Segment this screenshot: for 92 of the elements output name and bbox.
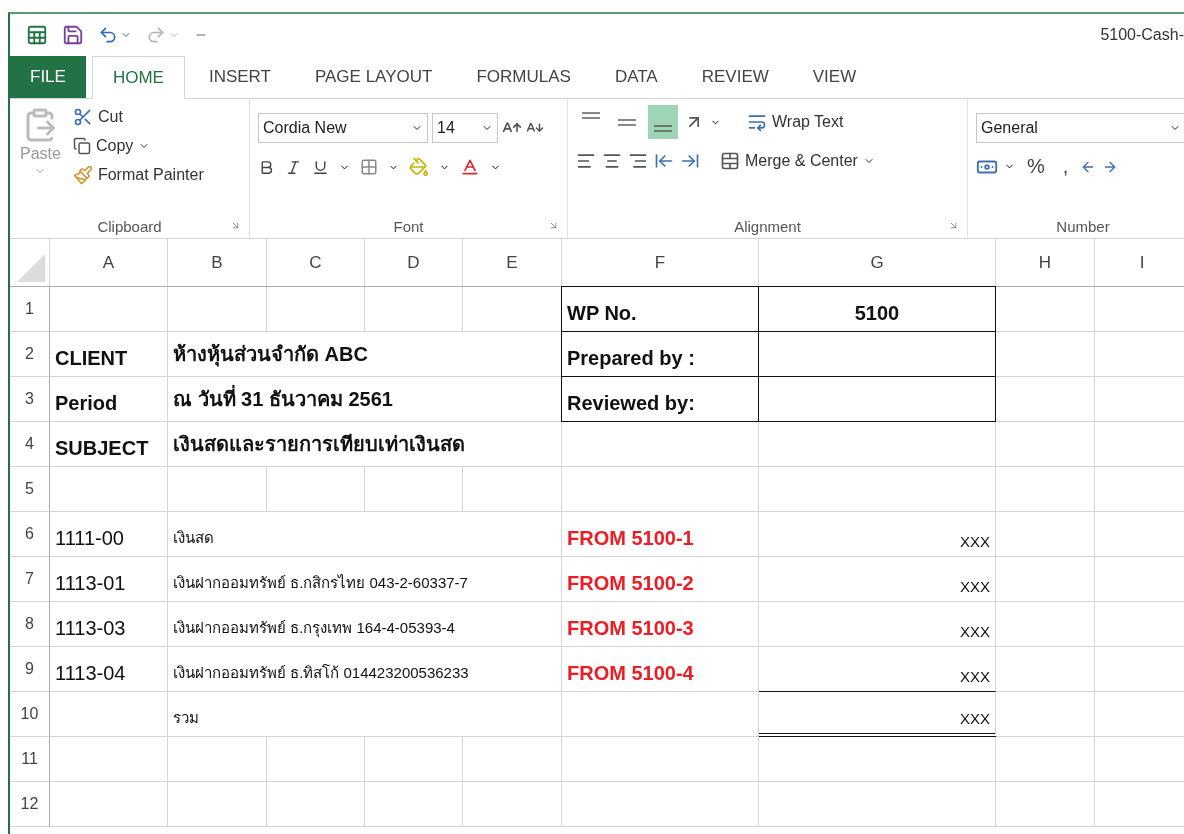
- font-size-field[interactable]: 14: [432, 113, 498, 143]
- row-header[interactable]: 11: [10, 737, 50, 782]
- column-header[interactable]: A: [50, 239, 168, 286]
- corner-arrow-icon: [548, 220, 559, 231]
- wrap-text-icon: [747, 112, 767, 132]
- align-left-icon: [576, 151, 596, 171]
- table-cell: FROM 5100-3: [562, 602, 759, 647]
- table-cell: ห้างหุ้นส่วนจำกัด ABC: [168, 332, 562, 377]
- row-header[interactable]: 8: [10, 602, 50, 647]
- column-header[interactable]: I: [1095, 239, 1184, 286]
- table-cell: FROM 5100-1: [562, 512, 759, 557]
- paintbrush-icon: [72, 165, 93, 185]
- row-header[interactable]: 4: [10, 422, 50, 467]
- font-name-field[interactable]: Cordia New: [258, 113, 428, 143]
- number-format-field[interactable]: General: [976, 113, 1184, 143]
- copy-icon: [72, 137, 91, 155]
- table-cell: ณ วันที่ 31 ธันวาคม 2561: [168, 377, 562, 422]
- row-header[interactable]: 6: [10, 512, 50, 557]
- table-cell: 5100: [758, 286, 996, 332]
- table-cell: 1111-00: [50, 512, 168, 557]
- table-cell: Reviewed by:: [561, 376, 759, 422]
- group-label: Alignment: [734, 217, 801, 235]
- column-header[interactable]: B: [168, 239, 267, 286]
- column-header[interactable]: G: [759, 239, 996, 286]
- merge-cells-icon: [720, 151, 740, 171]
- column-header[interactable]: D: [365, 239, 463, 286]
- table-cell: XXX: [759, 512, 996, 557]
- italic-icon: [285, 158, 302, 176]
- table-cell: เงินสด: [168, 512, 562, 557]
- align-bottom-icon: [654, 125, 672, 132]
- table-cell: 1113-04: [50, 647, 168, 692]
- row-header[interactable]: 5: [10, 467, 50, 512]
- save-icon[interactable]: [62, 24, 84, 46]
- row-header[interactable]: 12: [10, 782, 50, 827]
- table-cell: XXX: [759, 647, 996, 692]
- borders-icon: [360, 158, 378, 176]
- redo-icon: [146, 25, 166, 45]
- table-cell: XXX: [759, 557, 996, 602]
- table-cell: เงินสดและรายการเทียบเท่าเงินสด: [168, 422, 562, 467]
- merge-center-button[interactable]: Merge & Center: [718, 149, 877, 173]
- decrease-indent-icon: [654, 151, 674, 171]
- percent-button[interactable]: %: [1021, 153, 1051, 180]
- align-center-icon: [602, 151, 622, 171]
- align-middle-icon: [618, 118, 636, 126]
- table-cell: 1113-01: [50, 557, 168, 602]
- group-label: Clipboard: [97, 217, 162, 235]
- corner-arrow-icon: [230, 220, 241, 231]
- table-cell: เงินฝากออมทรัพย์ ธ.กสิกรไทย 043-2-60337-7: [168, 557, 562, 602]
- table-cell: FROM 5100-4: [562, 647, 759, 692]
- column-header[interactable]: E: [463, 239, 562, 286]
- column-header[interactable]: C: [267, 239, 365, 286]
- table-cell: SUBJECT: [50, 422, 168, 467]
- row-header[interactable]: 2: [10, 332, 50, 377]
- table-cell: เงินฝากออมทรัพย์ ธ.ทิสโก้ 014423200536233: [168, 647, 562, 692]
- table-cell: XXX: [759, 692, 996, 737]
- format-painter-button[interactable]: Format Painter: [70, 163, 206, 187]
- table-cell: FROM 5100-2: [562, 557, 759, 602]
- table-cell: Period: [50, 377, 168, 422]
- table-cell: XXX: [759, 602, 996, 647]
- corner-arrow-icon: [948, 220, 959, 231]
- cut-button[interactable]: Cut: [70, 105, 206, 129]
- increase-indent-icon: [680, 151, 700, 171]
- comma-button[interactable]: ,: [1056, 153, 1075, 180]
- ribbon-tab[interactable]: HOME: [91, 56, 185, 99]
- underline-icon: [312, 158, 329, 176]
- table-cell: CLIENT: [50, 332, 168, 377]
- row-header[interactable]: 1: [10, 287, 50, 332]
- file-tab[interactable]: FILE: [10, 56, 86, 98]
- table-cell: WP No.: [561, 286, 759, 332]
- align-top-icon: [582, 112, 600, 119]
- row-header[interactable]: 3: [10, 377, 50, 422]
- wrap-text-button[interactable]: Wrap Text: [745, 110, 846, 134]
- vertical-align-button[interactable]: [648, 105, 678, 139]
- undo-button[interactable]: [98, 25, 132, 45]
- font-color-icon: [460, 157, 480, 177]
- spreadsheet-logo-icon[interactable]: [26, 24, 48, 46]
- table-cell: รวม: [168, 692, 562, 737]
- table-cell: เงินฝากออมทรัพย์ ธ.กรุงเทพ 164-4-05393-4: [168, 602, 562, 647]
- align-right-icon: [628, 151, 648, 171]
- group-label: Font: [393, 217, 424, 235]
- row-header[interactable]: 10: [10, 692, 50, 737]
- table-cell: 1113-03: [50, 602, 168, 647]
- window-title: 5100-Cash-: [1100, 26, 1184, 44]
- column-header[interactable]: H: [996, 239, 1095, 286]
- row-header[interactable]: 9: [10, 647, 50, 692]
- fill-color-icon: [409, 157, 429, 177]
- column-header[interactable]: F: [562, 239, 759, 286]
- scissors-icon: [72, 107, 93, 127]
- row-header[interactable]: 7: [10, 557, 50, 602]
- undo-icon: [98, 25, 118, 45]
- group-label: Number: [1056, 217, 1110, 235]
- copy-button[interactable]: Copy: [70, 135, 206, 157]
